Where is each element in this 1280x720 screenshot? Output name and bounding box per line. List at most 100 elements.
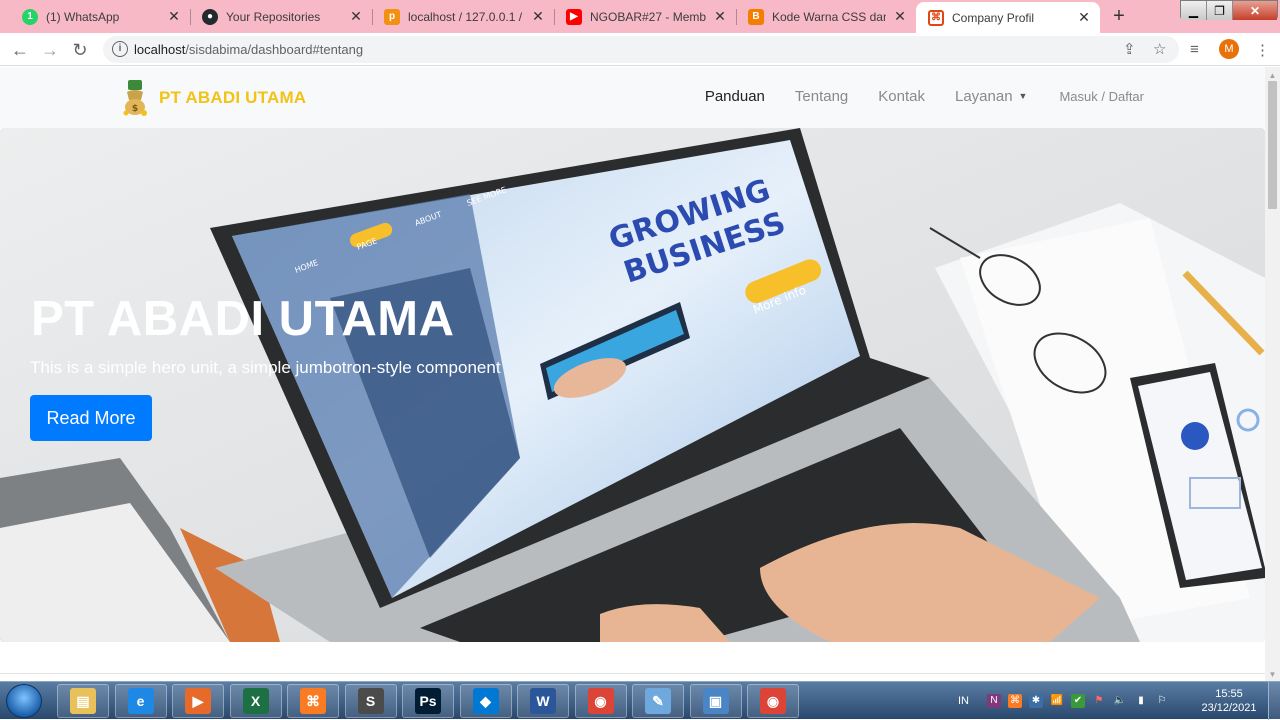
- chrome-profile-icon: ◉: [760, 688, 786, 714]
- minimize-button[interactable]: ▁: [1181, 1, 1207, 20]
- nav-tentang[interactable]: Tentang: [795, 88, 848, 105]
- whatsapp-icon: 1: [22, 8, 38, 25]
- taskbar-app-ie[interactable]: e: [114, 684, 167, 718]
- clock-date: 23/12/2021: [1201, 702, 1257, 714]
- excel-icon: X: [242, 688, 269, 714]
- clock-time: 15:55: [1215, 688, 1243, 700]
- taskbar-app-notes[interactable]: ✎: [632, 684, 684, 718]
- address-bar[interactable]: i localhost/sisdabima/dashboard#tentang …: [103, 36, 1179, 63]
- tab-title: Your Repositories: [226, 9, 321, 24]
- nav-links: Panduan Tentang Kontak Layanan ▼ Masuk / …: [675, 88, 1144, 105]
- close-tab-icon[interactable]: ✕: [892, 8, 908, 25]
- tab-phpmyadmin[interactable]: p localhost / 127.0.0.1 / lo ✕: [372, 3, 555, 30]
- hero-title: PT ABADI UTAMA: [31, 292, 455, 346]
- action-center-icon[interactable]: ⚐: [1155, 694, 1169, 708]
- share-icon[interactable]: ⇪: [1123, 40, 1136, 58]
- back-arrow-icon[interactable]: ←: [8, 38, 32, 62]
- maximize-button[interactable]: ❐: [1207, 1, 1233, 20]
- tab-title: Kode Warna CSS dan HT: [772, 9, 886, 24]
- menu-dots-icon[interactable]: ⋮: [1255, 41, 1270, 59]
- close-tab-icon[interactable]: ✕: [166, 8, 182, 25]
- hero-subtitle: This is a simple hero unit, a simple jum…: [30, 358, 501, 377]
- hero-jumbotron: GROWING BUSINESS More info HOME PAGE ABO…: [0, 128, 1265, 642]
- scrollbar-thumb[interactable]: [1268, 81, 1277, 209]
- phpmyadmin-icon: p: [384, 8, 400, 25]
- xampp-icon: ⌘: [300, 688, 326, 714]
- login-register-link[interactable]: Masuk / Daftar: [1059, 89, 1144, 104]
- browser-toolbar: ← → ↻ i localhost/sisdabima/dashboard#te…: [0, 33, 1280, 66]
- close-tab-icon[interactable]: ✕: [348, 8, 364, 25]
- read-more-button[interactable]: Read More: [30, 395, 152, 441]
- nav-kontak[interactable]: Kontak: [878, 88, 925, 105]
- explorer-icon: ▤: [70, 688, 96, 714]
- scroll-down-icon[interactable]: ▼: [1268, 670, 1277, 679]
- github-icon: ●: [202, 8, 218, 25]
- clock[interactable]: 15:55 23/12/2021: [1200, 687, 1258, 715]
- signal-tray-icon[interactable]: ▮: [1134, 694, 1148, 708]
- tab-title: (1) WhatsApp: [46, 9, 120, 24]
- start-button[interactable]: [6, 684, 42, 718]
- caret-down-icon: ▼: [1018, 91, 1028, 101]
- tab-title: localhost / 127.0.0.1 / lo: [408, 9, 524, 24]
- sublime-icon: S: [357, 688, 384, 714]
- page-scrollbar[interactable]: ▲ ▼: [1265, 67, 1280, 681]
- taskbar-app-excel[interactable]: X: [229, 684, 282, 718]
- taskbar-app-word[interactable]: W: [517, 684, 569, 718]
- tab-youtube[interactable]: ▶ NGOBAR#27 - Membuat ✕: [554, 3, 737, 30]
- taskbar-app-explorer[interactable]: ▤: [57, 684, 109, 718]
- wifi-tray-icon[interactable]: 📶: [1050, 694, 1064, 708]
- nav-panduan[interactable]: Panduan: [705, 88, 765, 105]
- profile-avatar[interactable]: M: [1219, 39, 1239, 59]
- tab-company-profil[interactable]: ⌘ Company Profil ✕: [916, 2, 1100, 33]
- show-desktop-button[interactable]: [1268, 682, 1280, 720]
- onenote-tray-icon[interactable]: N: [987, 694, 1001, 708]
- bookmark-star-icon[interactable]: ☆: [1153, 40, 1166, 58]
- flag-tray-icon[interactable]: ⚑: [1092, 694, 1106, 708]
- photoshop-icon: Ps: [415, 688, 441, 714]
- taskbar-app-xampp[interactable]: ⌘: [287, 684, 339, 718]
- logo-icon: $: [122, 80, 148, 116]
- taskbar-app-photoshop[interactable]: Ps: [402, 684, 454, 718]
- language-indicator[interactable]: IN: [958, 695, 969, 707]
- hero-background-image: GROWING BUSINESS More info HOME PAGE ABO…: [0, 128, 1265, 642]
- svg-text:$: $: [132, 104, 138, 114]
- new-tab-button[interactable]: +: [1106, 5, 1132, 27]
- tab-github[interactable]: ● Your Repositories ✕: [190, 3, 373, 30]
- youtube-icon: ▶: [566, 8, 582, 25]
- bluetooth-tray-icon[interactable]: ✱: [1029, 694, 1043, 708]
- close-window-button[interactable]: ✕: [1233, 1, 1277, 20]
- close-tab-icon[interactable]: ✕: [530, 8, 546, 25]
- vscode-icon: ◆: [472, 688, 499, 714]
- taskbar-app-sublime[interactable]: S: [344, 684, 397, 718]
- reading-list-icon[interactable]: ≡: [1190, 41, 1199, 58]
- site-info-icon[interactable]: i: [112, 41, 128, 57]
- close-tab-icon[interactable]: ✕: [1076, 9, 1092, 26]
- taskbar-app-screenshot[interactable]: ▣: [689, 684, 742, 718]
- nav-layanan-dropdown[interactable]: Layanan ▼: [955, 88, 1027, 105]
- site-navbar: $ PT ABADI UTAMA Panduan Tentang Kontak …: [0, 67, 1265, 128]
- taskbar-app-chrome[interactable]: ◉: [574, 684, 627, 718]
- url-text[interactable]: localhost/sisdabima/dashboard#tentang: [134, 42, 363, 57]
- xampp-tray-icon[interactable]: ⌘: [1008, 694, 1022, 708]
- taskbar-app-chrome-profile[interactable]: ◉: [747, 684, 799, 718]
- window-controls: ▁ ❐ ✕: [1180, 0, 1278, 20]
- brand[interactable]: $ PT ABADI UTAMA: [122, 80, 306, 116]
- page-viewport: $ PT ABADI UTAMA Panduan Tentang Kontak …: [0, 67, 1265, 681]
- volume-tray-icon[interactable]: 🔈: [1113, 694, 1127, 708]
- tab-title: NGOBAR#27 - Membuat: [590, 9, 706, 24]
- taskbar-app-media-player[interactable]: ▶: [172, 684, 224, 718]
- windows-taskbar: ▤ e ▶ X ⌘ S Ps ◆ W ◉ ✎ ▣ ◉ IN N ⌘ ✱ 📶 ✔ ⚑ 🔈 ▮ ⚐ 15:5…: [0, 681, 1280, 720]
- close-tab-icon[interactable]: ✕: [712, 8, 728, 25]
- reload-icon[interactable]: ↻: [68, 38, 92, 62]
- blogger-icon: B: [748, 8, 764, 25]
- media-player-icon: ▶: [185, 688, 211, 714]
- codeigniter-icon: ⌘: [928, 9, 944, 26]
- tab-title: Company Profil: [952, 10, 1035, 25]
- scroll-up-icon[interactable]: ▲: [1268, 71, 1277, 80]
- security-tray-icon[interactable]: ✔: [1071, 694, 1085, 708]
- tab-whatsapp[interactable]: 1 (1) WhatsApp ✕: [10, 3, 191, 30]
- browser-tab-strip: 1 (1) WhatsApp ✕ ● Your Repositories ✕ p…: [0, 0, 1280, 33]
- taskbar-app-vscode[interactable]: ◆: [459, 684, 512, 718]
- forward-arrow-icon[interactable]: →: [38, 38, 62, 62]
- tab-css-colors[interactable]: B Kode Warna CSS dan HT ✕: [736, 3, 916, 30]
